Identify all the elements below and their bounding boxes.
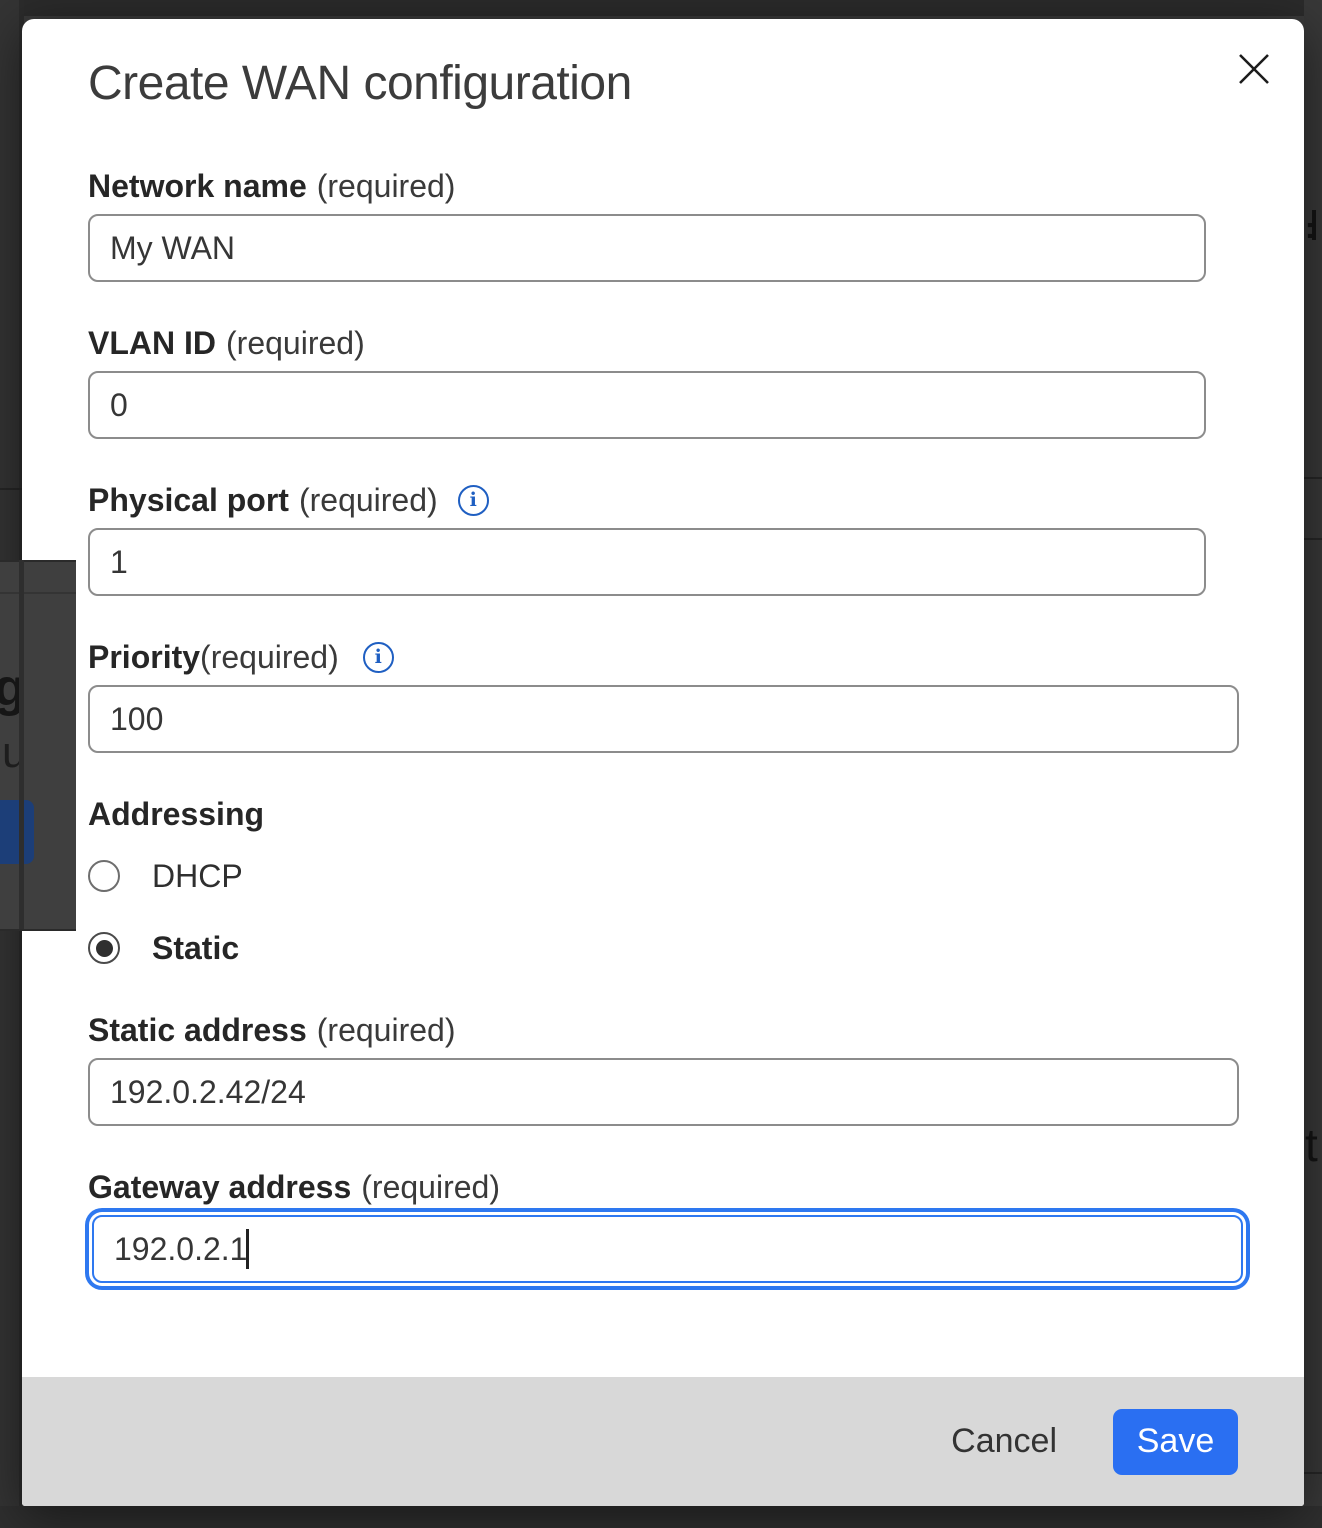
radio-button-unselected[interactable] [88,860,120,892]
create-wan-configuration-dialog: Create WAN configuration Network name (r… [22,19,1304,1506]
priority-input[interactable] [88,685,1239,753]
background-table-line [1304,1472,1322,1474]
network-name-label: Network name [88,168,307,204]
static-address-label-row: Static address (required) [88,1012,1304,1048]
addressing-heading: Addressing [88,796,1304,832]
required-hint: (required) [317,168,456,204]
vlan-id-input[interactable] [88,371,1206,439]
background-text-fragment: t [1305,1118,1318,1172]
dialog-title: Create WAN configuration [88,58,1304,110]
close-icon [1237,52,1271,86]
background-button-fragment [0,800,34,864]
gateway-address-label-row: Gateway address (required) [88,1169,1304,1205]
required-hint: (required) [200,639,339,675]
save-button[interactable]: Save [1113,1409,1238,1475]
required-hint: (required) [361,1169,500,1205]
radio-label-dhcp: DHCP [152,858,243,894]
fragment-edge [0,560,76,562]
fragment-seam [19,560,24,931]
gateway-address-field [92,1215,1243,1283]
info-icon[interactable]: i [363,642,394,673]
dialog-body: Create WAN configuration Network name (r… [22,19,1304,1283]
dialog-footer: Cancel Save [22,1377,1304,1506]
background-dialog-fragment: g u [0,560,76,931]
network-name-input[interactable] [88,214,1206,282]
priority-label: Priority [88,639,200,675]
cancel-button[interactable]: Cancel [947,1414,1061,1469]
info-icon[interactable]: i [458,485,489,516]
priority-label-row: Priority (required) i [88,639,1304,675]
physical-port-input[interactable] [88,528,1206,596]
physical-port-label: Physical port [88,482,289,518]
overlay-bottom-band [0,1506,1322,1528]
required-hint: (required) [299,482,438,518]
vlan-id-label: VLAN ID [88,325,216,361]
radio-button-selected[interactable] [88,932,120,964]
addressing-option-static[interactable]: Static [88,930,1304,966]
text-cursor [246,1229,249,1269]
fragment-line [0,592,76,594]
vlan-id-label-row: VLAN ID (required) [88,325,1304,361]
overlay-top-band [0,0,1322,16]
background-text-fragment [1312,210,1316,240]
static-address-label: Static address [88,1012,307,1048]
radio-label-static: Static [152,930,239,966]
background-table-line [1304,477,1322,479]
gateway-address-label: Gateway address [88,1169,351,1205]
background-table-line [1304,538,1322,540]
physical-port-label-row: Physical port (required) i [88,482,1304,518]
network-name-label-row: Network name (required) [88,168,1304,204]
gateway-address-input[interactable] [92,1215,1243,1283]
fragment-edge [0,929,76,931]
required-hint: (required) [226,325,365,361]
close-button[interactable] [1230,45,1278,93]
static-address-input[interactable] [88,1058,1239,1126]
required-hint: (required) [317,1012,456,1048]
addressing-option-dhcp[interactable]: DHCP [88,858,1304,894]
radio-dot [96,940,113,957]
background-table-line [0,488,24,490]
